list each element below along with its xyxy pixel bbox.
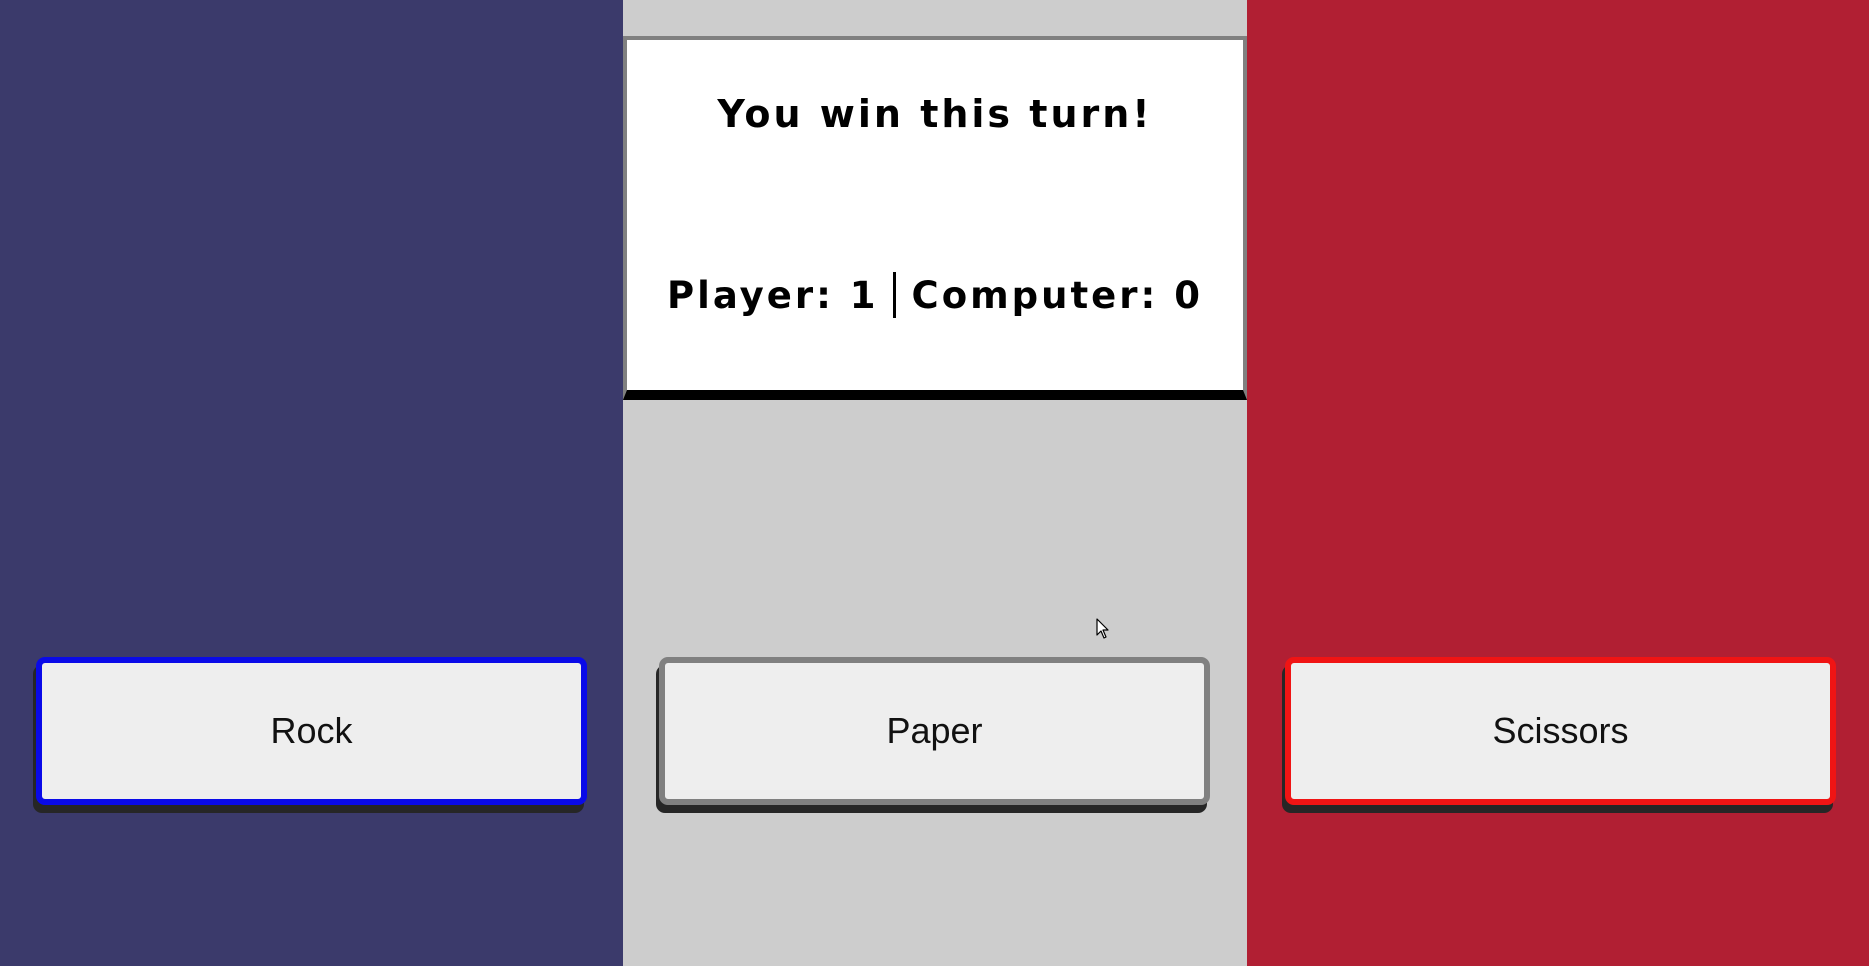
score-divider	[892, 272, 896, 318]
computer-score-label: Computer:	[911, 274, 1159, 317]
scoreboard: Player: 1 Computer: 0	[627, 272, 1243, 318]
rock-panel: Rock	[0, 0, 623, 966]
game-board: Rock You win this turn! Player: 1 Compute…	[0, 0, 1869, 966]
arrow-cursor-icon	[1096, 618, 1109, 639]
result-box: You win this turn! Player: 1 Computer: 0	[623, 36, 1247, 400]
player-score-value: 1	[849, 274, 879, 317]
scissors-panel: Scissors	[1247, 0, 1869, 966]
paper-button[interactable]: Paper	[659, 657, 1210, 805]
turn-result-message: You win this turn!	[717, 92, 1153, 136]
scissors-button[interactable]: Scissors	[1285, 657, 1836, 805]
computer-score-value: 0	[1174, 274, 1203, 317]
paper-panel: You win this turn! Player: 1 Computer: 0 …	[623, 0, 1247, 966]
player-score-label: Player:	[667, 274, 834, 317]
rock-button[interactable]: Rock	[36, 657, 587, 805]
